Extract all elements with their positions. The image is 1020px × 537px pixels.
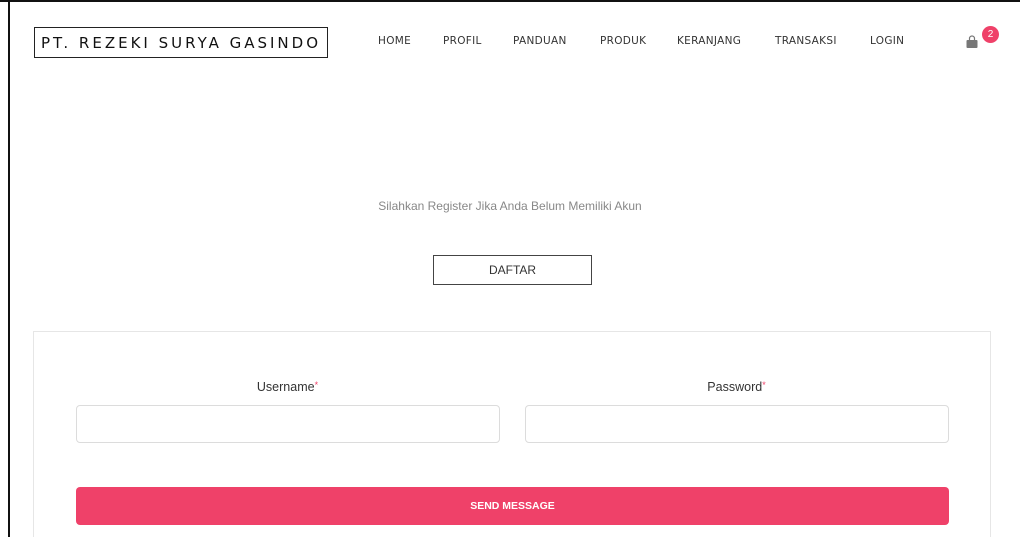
password-label: Password* xyxy=(525,380,948,394)
nav-item-home[interactable]: HOME xyxy=(378,35,411,47)
login-form: Username* Password* SEND MESSAGE xyxy=(33,331,991,537)
window-frame-left xyxy=(8,0,10,537)
username-label: Username* xyxy=(76,380,499,394)
username-label-text: Username xyxy=(256,380,315,394)
username-input[interactable] xyxy=(76,405,500,443)
nav-item-login[interactable]: LOGIN xyxy=(870,35,904,47)
site-header: PT. REZEKI SURYA GASINDO HOME PROFIL PAN… xyxy=(10,2,1020,80)
password-label-text: Password xyxy=(707,380,763,394)
nav-item-keranjang[interactable]: KERANJANG xyxy=(677,35,741,47)
send-message-button[interactable]: SEND MESSAGE xyxy=(76,487,949,525)
nav-item-panduan[interactable]: PANDUAN xyxy=(513,35,567,47)
nav-item-profil[interactable]: PROFIL xyxy=(443,35,482,47)
required-marker: * xyxy=(314,380,319,390)
nav-item-produk[interactable]: PRODUK xyxy=(600,35,646,47)
register-prompt: Silahkan Register Jika Anda Belum Memili… xyxy=(378,199,642,213)
nav-item-transaksi[interactable]: TRANSAKSI xyxy=(775,35,837,47)
password-input[interactable] xyxy=(525,405,949,443)
required-marker: * xyxy=(762,380,766,390)
cart-count-badge: 2 xyxy=(982,26,999,43)
shopping-bag-icon xyxy=(966,35,978,48)
brand-logo[interactable]: PT. REZEKI SURYA GASINDO xyxy=(34,27,328,58)
cart-button[interactable]: 2 xyxy=(965,26,999,52)
register-button[interactable]: DAFTAR xyxy=(433,255,592,285)
